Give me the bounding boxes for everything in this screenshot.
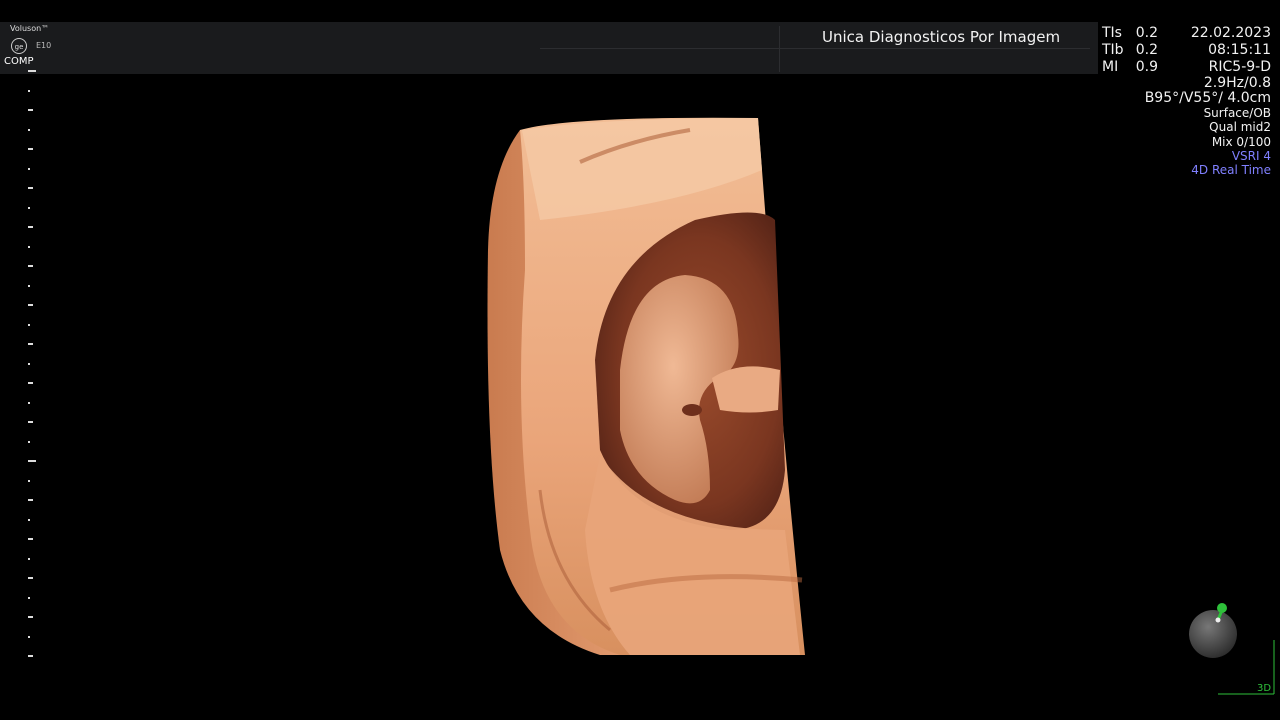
scale-tick <box>28 499 33 501</box>
param-label: TIs <box>1102 25 1122 41</box>
scale-tick <box>28 538 33 540</box>
depth-scale <box>24 70 44 670</box>
scale-tick <box>28 343 33 345</box>
scale-tick <box>28 421 33 423</box>
scale-tick <box>28 70 36 72</box>
scale-tick <box>28 265 33 267</box>
scale-tick <box>28 460 36 462</box>
scale-tick <box>28 323 30 326</box>
scale-tick <box>28 401 30 404</box>
scale-tick <box>28 128 30 131</box>
probe-name: RIC5-9-D <box>1208 59 1271 75</box>
brand-name: Voluson™ <box>10 24 50 33</box>
mix: Mix 0/100 <box>1211 134 1271 149</box>
scale-tick <box>28 577 33 579</box>
scale-tick <box>28 518 30 521</box>
angle-depth: B95°/V55°/ 4.0cm <box>1144 90 1271 106</box>
scale-tick <box>28 596 30 599</box>
scale-tick <box>28 187 33 189</box>
scale-tick <box>28 109 33 111</box>
scale-tick <box>28 226 33 228</box>
mode-4d-label: 4D Real Time <box>1191 163 1271 178</box>
header-divider-vertical <box>779 26 780 72</box>
scale-tick <box>28 655 33 657</box>
render-mode: Surface/OB <box>1203 106 1271 120</box>
acquisition-info: 22.02.2023 08:15:11 RIC5-9-D 2.9Hz/0.8 B… <box>1145 25 1271 177</box>
scale-tick <box>28 382 33 384</box>
view-label: 3D <box>1257 683 1272 694</box>
param-label: TIb <box>1102 42 1124 58</box>
scale-tick <box>28 635 30 638</box>
scale-tick <box>28 245 30 248</box>
scale-tick <box>28 304 33 306</box>
param-label: MI <box>1102 59 1119 75</box>
scale-tick <box>28 440 30 443</box>
mode-label: COMP <box>4 56 34 67</box>
scale-tick <box>28 206 30 209</box>
scale-tick <box>28 557 30 560</box>
vsri-label: VSRI 4 <box>1231 148 1271 163</box>
scale-tick <box>28 167 30 170</box>
scale-tick <box>28 479 30 482</box>
scale-tick <box>28 362 30 365</box>
scale-tick <box>28 284 30 287</box>
exam-time: 08:15:11 <box>1208 42 1271 58</box>
ge-logo-icon: ge <box>11 38 27 54</box>
scale-tick <box>28 616 33 618</box>
fetal-3d-render <box>487 117 805 655</box>
clinic-name: Unica Diagnosticos Por Imagem <box>822 28 1061 46</box>
frequency: 2.9Hz/0.8 <box>1203 75 1271 91</box>
scale-tick <box>28 89 30 92</box>
scale-tick <box>28 148 33 150</box>
exam-date: 22.02.2023 <box>1190 25 1271 41</box>
model-name: E10 <box>36 41 52 50</box>
brand-logo: Voluson™ ge E10 COMP <box>4 24 60 70</box>
header-divider-horizontal <box>540 48 1090 49</box>
quality: Qual mid2 <box>1209 120 1271 135</box>
